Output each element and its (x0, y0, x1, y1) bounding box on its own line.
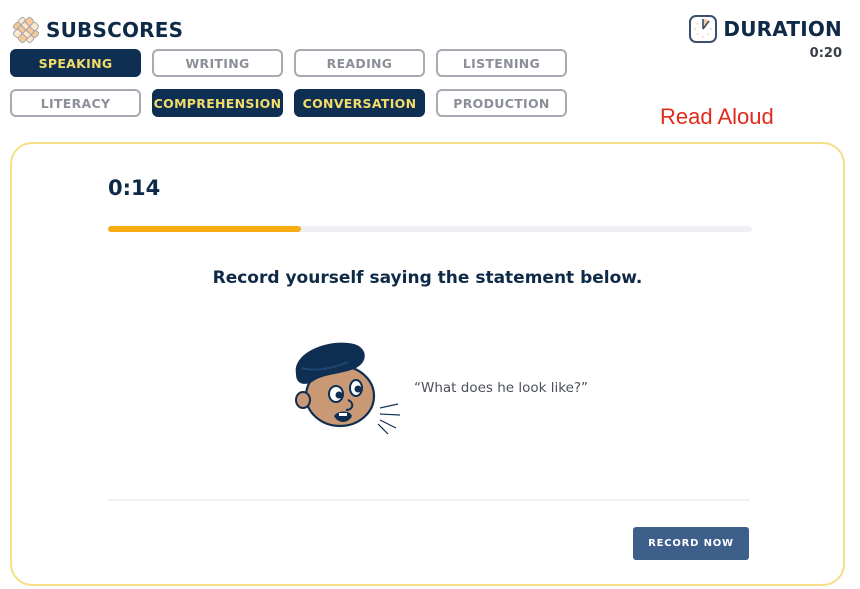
speaking-person-icon (295, 342, 401, 435)
subscore-chip-reading[interactable]: READING (294, 49, 425, 77)
duration-value: 0:20 (809, 46, 842, 61)
statement-text: “What does he look like?” (414, 380, 589, 396)
page-title: SUBSCORES (46, 18, 184, 42)
record-now-button[interactable]: RECORD NOW (633, 527, 749, 560)
progress-fill (108, 226, 302, 232)
question-card: 0:14 Record yourself saying the statemen… (10, 142, 845, 586)
subscore-chip-speaking[interactable]: SPEAKING (10, 49, 141, 77)
progress-track (108, 226, 752, 232)
subscore-chip-production[interactable]: PRODUCTION (436, 89, 567, 117)
subscore-chip-literacy[interactable]: LITERACY (10, 89, 141, 117)
subscore-chip-writing[interactable]: WRITING (152, 49, 283, 77)
duration-label: DURATION (723, 17, 842, 41)
divider (108, 499, 750, 501)
task-type-annotation: Read Aloud (660, 104, 774, 129)
diamond-grid-logo-icon (12, 16, 40, 44)
subscore-chip-comprehension[interactable]: COMPREHENSION (152, 89, 283, 117)
clock-icon (689, 15, 718, 43)
subscores-header: SUBSCORES (10, 14, 183, 46)
duration-header: DURATION (688, 14, 842, 44)
countdown-timer: 0:14 (108, 176, 161, 200)
instruction-text: Record yourself saying the statement bel… (212, 268, 643, 288)
subscore-chip-conversation[interactable]: CONVERSATION (294, 89, 425, 117)
subscore-chip-listening[interactable]: LISTENING (436, 49, 567, 77)
